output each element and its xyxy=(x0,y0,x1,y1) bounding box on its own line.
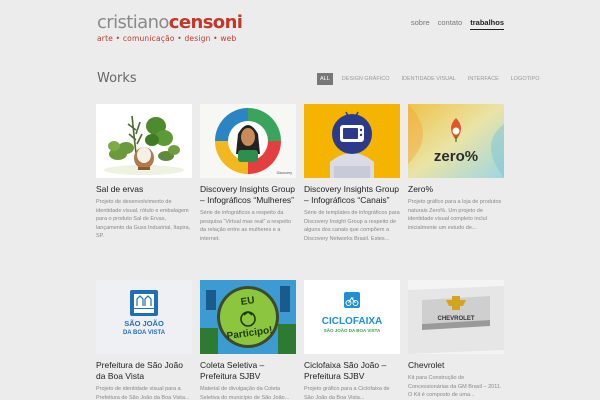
work-thumbnail[interactable]: SÃO JOÃO DA BOA VISTA xyxy=(96,280,192,354)
main-nav: sobre contato trabalhos xyxy=(411,18,504,30)
work-description: Série de templates de infográficos para … xyxy=(304,210,400,242)
work-thumbnail[interactable]: Discovery xyxy=(200,104,296,178)
work-card[interactable]: Discovery Insights Group – Infográficos … xyxy=(304,104,400,243)
filter-design-grafico[interactable]: DESIGN GRÁFICO xyxy=(339,73,393,85)
site-logo[interactable]: cristianocensoni arte • comunicação • de… xyxy=(97,12,243,44)
filter-logotipo[interactable]: LOGOTIPO xyxy=(508,73,543,85)
work-thumbnail[interactable]: CICLOFAIXA SÃO JOÃO DA BOA VISTA xyxy=(304,280,400,354)
city-logo-line-2: DA BOA VISTA xyxy=(123,330,166,336)
work-card[interactable]: CICLOFAIXA SÃO JOÃO DA BOA VISTA Ciclofa… xyxy=(304,280,400,400)
bike-lane-logo-illustration: CICLOFAIXA SÃO JOÃO DA BOA VISTA xyxy=(304,280,400,354)
work-card[interactable]: SÃO JOÃO DA BOA VISTA Prefeitura de São … xyxy=(96,280,192,400)
work-title[interactable]: Discovery Insights Group – Infográficos … xyxy=(304,184,400,206)
zero-logo-illustration: zero% xyxy=(408,104,504,178)
tv-character-illustration xyxy=(304,104,400,178)
work-thumbnail[interactable]: CHEVROLET xyxy=(408,280,504,354)
work-card[interactable]: zero% Zero% Projeto gráfico para a loja … xyxy=(408,104,504,232)
logo-wordmark: cristianocensoni xyxy=(97,12,243,33)
category-filters: ALL DESIGN GRÁFICO IDENTIDADE VISUAL INT… xyxy=(317,73,542,85)
recycling-sign-illustration: EU Participo! xyxy=(200,280,296,354)
work-title[interactable]: Prefeitura de São João da Boa Vista xyxy=(96,360,192,382)
work-title[interactable]: Chevrolet xyxy=(408,360,504,371)
work-description: Projeto gráfico para a loja de produtos … xyxy=(408,199,502,231)
work-title[interactable]: Zero% xyxy=(408,184,504,195)
infographic-illustration: Discovery xyxy=(200,104,296,178)
bike-logo-line-1: CICLOFAIXA xyxy=(322,316,383,327)
filter-interface[interactable]: INTERFACE xyxy=(465,73,502,85)
sign-line-1: EU xyxy=(240,295,255,308)
bike-logo-line-2: SÃO JOÃO DA BOA VISTA xyxy=(324,327,381,333)
chevrolet-wordmark: CHEVROLET xyxy=(437,316,474,322)
work-thumbnail[interactable]: zero% xyxy=(408,104,504,178)
logo-tagline: arte • comunicação • design • web xyxy=(97,34,237,43)
work-description: Kit para Construção de Concessionárias d… xyxy=(408,375,502,398)
nav-trabalhos[interactable]: trabalhos xyxy=(470,18,504,30)
work-title[interactable]: Coleta Seletiva – Prefeitura SJBV xyxy=(200,360,296,382)
filter-identidade-visual[interactable]: IDENTIDADE VISUAL xyxy=(398,73,458,85)
work-thumbnail[interactable] xyxy=(96,104,192,178)
work-description: Série de infográficos a respeito da pesq… xyxy=(200,210,291,242)
logo-part-2: censoni xyxy=(168,12,243,33)
work-title[interactable]: Sal de ervas xyxy=(96,184,192,195)
work-card[interactable]: EU Participo! Coleta Seletiva – Prefeitu… xyxy=(200,280,296,400)
herb-illustration xyxy=(96,104,192,178)
nav-contato[interactable]: contato xyxy=(438,18,463,30)
work-card[interactable]: Sal de ervas Projeto de desenvolvimento … xyxy=(96,104,192,241)
work-title[interactable]: Ciclofaixa São João – Prefeitura SJBV xyxy=(304,360,400,382)
work-thumbnail[interactable] xyxy=(304,104,400,178)
work-description: Material de divulgação da Coleta Seletiv… xyxy=(200,386,290,400)
zero-logo-text: zero% xyxy=(434,148,478,165)
city-logo-illustration: SÃO JOÃO DA BOA VISTA xyxy=(96,280,192,354)
work-thumbnail[interactable]: EU Participo! xyxy=(200,280,296,354)
work-description: Projeto de desenvolvimento de identidade… xyxy=(96,199,191,239)
logo-part-1: cristiano xyxy=(97,12,169,33)
work-card[interactable]: CHEVROLET Chevrolet Kit para Construção … xyxy=(408,280,504,400)
filter-all[interactable]: ALL xyxy=(317,73,333,85)
discovery-badge: Discovery xyxy=(277,171,293,175)
city-logo-line-1: SÃO JOÃO xyxy=(124,319,164,328)
work-card[interactable]: Discovery Discovery Insights Group – Inf… xyxy=(200,104,296,243)
work-description: Projeto gráfico para a Ciclofaixa de São… xyxy=(304,386,390,400)
work-description: Projeto de identidade visual para a Pref… xyxy=(96,386,190,400)
site-header: cristianocensoni arte • comunicação • de… xyxy=(97,14,507,44)
work-title[interactable]: Discovery Insights Group – Infográficos … xyxy=(200,184,296,206)
page-title: Works xyxy=(97,71,137,86)
nav-sobre[interactable]: sobre xyxy=(411,18,430,30)
chevrolet-sign-illustration: CHEVROLET xyxy=(408,280,504,354)
